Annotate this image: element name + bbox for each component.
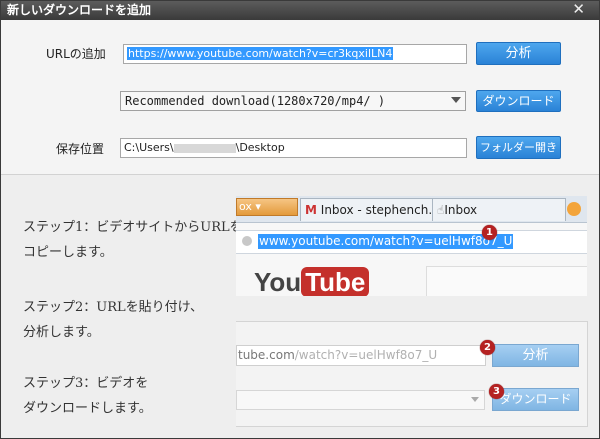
save-location-label: 保存位置 <box>56 142 105 156</box>
analyze-button[interactable]: 分析 <box>476 42 561 65</box>
step3-text: ステップ3：ビデオを ダウンロードします。 <box>23 376 152 416</box>
title-bar: 新しいダウンロードを追加 ✕ <box>1 0 599 20</box>
step1-text: ステップ1：ビデオサイトからURLを コピーします。 <box>23 220 243 260</box>
demo-download-button: ダウンロード <box>492 388 579 411</box>
chevron-down-icon[interactable] <box>451 97 461 103</box>
add-download-dialog: 新しいダウンロードを追加 ✕ URLの追加 https://www.youtub… <box>0 0 600 439</box>
save-path-field[interactable]: C:\Users\ \Desktop <box>120 138 467 158</box>
step3-badge: 3 <box>489 384 504 399</box>
demo-url-field: tube.com/watch?v=uelHwf8o7_U <box>236 345 486 366</box>
browser-tab-inbox: M Inbox - stephench... <box>300 198 434 221</box>
browser-address-bar: www.youtube.com/watch?v=uelHwf8o7_U <box>236 230 587 254</box>
url-label: URLの追加 <box>46 47 106 61</box>
youtube-logo: You Tube <box>254 266 370 296</box>
step2-badge: 2 <box>480 340 495 355</box>
gmail-icon: M <box>305 203 317 217</box>
tab-partial: ox ▾ <box>236 198 298 216</box>
step1-badge: 1 <box>482 225 497 240</box>
address-text: www.youtube.com/watch?v=uelHwf8o7_U <box>258 234 514 249</box>
url-input[interactable]: https://www.youtube.com/watch?v=cr3kqxil… <box>123 44 467 64</box>
step2-text: ステップ2：URLを貼り付け、 分析します。 <box>23 300 203 340</box>
format-select[interactable]: Recommended download(1280x720/mp4/ ) <box>120 91 466 111</box>
demo-format-select <box>236 390 485 410</box>
chevron-down-icon <box>471 397 479 402</box>
browser-tab-inbox2: ☝Inbox <box>432 198 566 221</box>
download-form: URLの追加 https://www.youtube.com/watch?v=c… <box>1 20 599 175</box>
open-folder-button[interactable]: フォルダー開き <box>476 136 561 159</box>
window-title: 新しいダウンロードを追加 <box>7 3 152 17</box>
download-button[interactable]: ダウンロード <box>476 90 561 112</box>
browser-tab-strip: ox ▾ M Inbox - stephench... ☝Inbox <box>236 196 587 223</box>
redacted-username <box>173 143 236 153</box>
close-icon[interactable]: ✕ <box>572 0 585 19</box>
globe-icon <box>242 236 252 246</box>
app-illustration: tube.com/watch?v=uelHwf8o7_U 分析 ダウンロード <box>236 321 588 427</box>
demo-analyze-button: 分析 <box>492 344 579 367</box>
guide-panel: ステップ1：ビデオサイトからURLを コピーします。 ステップ2：URLを貼り付… <box>1 175 599 438</box>
firefox-icon <box>567 202 581 216</box>
search-box <box>426 266 587 296</box>
browser-illustration: ox ▾ M Inbox - stephench... ☝Inbox www.y… <box>236 196 587 296</box>
